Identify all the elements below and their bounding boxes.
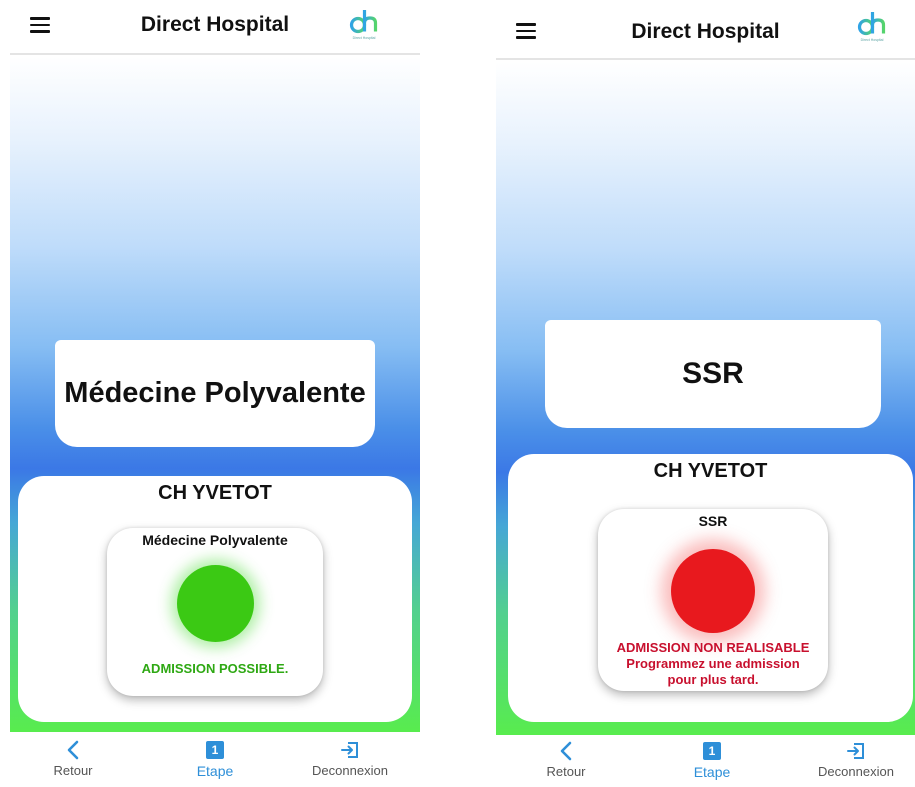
- step-label: Etape: [196, 763, 234, 779]
- status-card[interactable]: Médecine Polyvalente ADMISSION POSSIBLE.: [107, 528, 323, 696]
- direct-hospital-logo: Direct Hospital: [854, 8, 890, 44]
- step-tab[interactable]: 1 Etape: [662, 739, 762, 780]
- specialty-label: SSR: [682, 357, 744, 390]
- availability-indicator-green: [177, 565, 254, 642]
- status-card-title: Médecine Polyvalente: [142, 532, 288, 548]
- availability-indicator-red: [671, 549, 755, 633]
- screen-ssr: Direct Hospital Direct Hospital SSR CH Y…: [496, 0, 915, 787]
- chevron-left-icon: [516, 739, 616, 763]
- logout-icon: [806, 739, 906, 763]
- step-badge-icon: 1: [703, 742, 721, 760]
- app-bar: Direct Hospital Direct Hospital: [10, 0, 420, 55]
- app-bar: Direct Hospital Direct Hospital: [496, 0, 915, 60]
- logo-text: Direct Hospital: [352, 36, 376, 40]
- bottom-navigation: Retour 1 Etape Deconnexion: [496, 735, 915, 787]
- specialty-label: Médecine Polyvalente: [64, 377, 366, 409]
- direct-hospital-logo: Direct Hospital: [346, 6, 382, 42]
- logout-icon: [300, 738, 400, 762]
- screen-medecine-polyvalente: Direct Hospital Direct Hospital Médecine…: [10, 0, 420, 787]
- step-badge-icon: 1: [206, 741, 224, 759]
- logo-text: Direct Hospital: [860, 38, 884, 42]
- chevron-left-icon: [23, 738, 123, 762]
- status-message: ADMISSION NON REALISABLE Programmez une …: [616, 640, 810, 687]
- hospital-panel: CH YVETOT Médecine Polyvalente ADMISSION…: [18, 476, 412, 722]
- app-title: Direct Hospital: [631, 20, 780, 43]
- back-label: Retour: [546, 764, 586, 779]
- logout-button[interactable]: Deconnexion: [300, 738, 400, 778]
- bottom-navigation: Retour 1 Etape Deconnexion: [10, 732, 420, 787]
- specialty-card[interactable]: SSR: [545, 320, 881, 428]
- back-button[interactable]: Retour: [23, 738, 123, 778]
- logout-label: Deconnexion: [818, 764, 894, 779]
- specialty-card[interactable]: Médecine Polyvalente: [55, 340, 375, 447]
- logout-label: Deconnexion: [312, 763, 388, 778]
- logout-button[interactable]: Deconnexion: [806, 739, 906, 779]
- step-label: Etape: [693, 764, 731, 780]
- status-card-title: SSR: [698, 513, 728, 529]
- status-message: ADMISSION POSSIBLE.: [141, 661, 289, 676]
- back-label: Retour: [53, 763, 93, 778]
- hospital-name: CH YVETOT: [158, 482, 272, 504]
- back-button[interactable]: Retour: [516, 739, 616, 779]
- step-tab[interactable]: 1 Etape: [165, 738, 265, 779]
- hospital-panel: CH YVETOT SSR ADMISSION NON REALISABLE P…: [508, 454, 913, 722]
- status-card[interactable]: SSR ADMISSION NON REALISABLE Programmez …: [598, 509, 828, 691]
- hospital-name: CH YVETOT: [653, 460, 768, 482]
